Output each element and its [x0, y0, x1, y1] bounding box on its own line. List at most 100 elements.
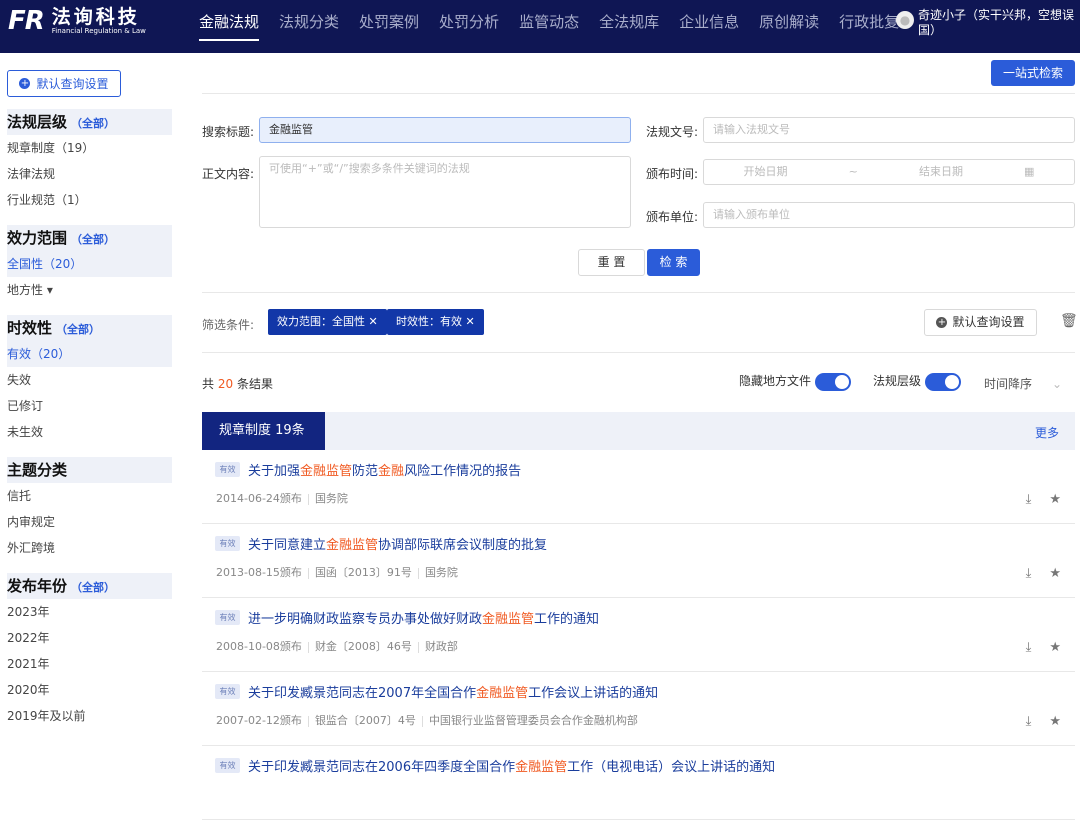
sidebar-filter-item[interactable]: 外汇跨境 [7, 535, 172, 561]
sort-label: 时间降序 [984, 377, 1033, 391]
start-date[interactable]: 开始日期 [744, 160, 788, 184]
section-all-link[interactable]: （全部） [71, 117, 115, 130]
sidebar-filter-item[interactable]: 行业规范（1） [7, 187, 172, 213]
sidebar-filter-item[interactable]: 已修订 [7, 393, 172, 419]
section-all-link[interactable]: （全部） [71, 233, 115, 246]
download-icon[interactable]: ⤓ [1026, 566, 1032, 581]
logo[interactable]: FR 法询科技 Financial Regulation & Law [8, 6, 146, 36]
user-menu[interactable]: ● 奇迹小子（实干兴邦，空想误国） [896, 8, 1080, 38]
reset-button[interactable]: 重 置 [578, 249, 645, 276]
result-title-link[interactable]: 进一步明确财政监察专员办事处做好财政金融监管工作的通知 [248, 608, 599, 627]
section-title-text: 法规层级 [7, 113, 68, 131]
sidebar-filter-item[interactable]: 2020年 [7, 677, 172, 703]
nav-item[interactable]: 处罚分析 [439, 11, 499, 41]
count-prefix: 共 [202, 377, 215, 391]
title-input[interactable]: 金融监管 [259, 117, 631, 143]
trash-icon[interactable]: 🗑 [1060, 313, 1078, 329]
filter-section: 效力范围 （全部） 全国性（20） 地方性 ▾ [7, 225, 172, 303]
count-suffix: 条结果 [236, 377, 273, 391]
nav-item[interactable]: 行政批复 [839, 11, 899, 41]
hide-local-label: 隐藏地方文件 [739, 374, 812, 388]
search-button[interactable]: 检 索 [647, 249, 700, 276]
result-title-link[interactable]: 关于同意建立金融监管协调部际联席会议制度的批复 [248, 534, 547, 553]
meta-field: 2014-06-24颁布 [216, 492, 302, 505]
meta-field: 2008-10-08颁布 [216, 640, 302, 653]
hide-local-toggle[interactable] [815, 372, 852, 391]
nav-item[interactable]: 监管动态 [519, 11, 579, 41]
sidebar-filter-item[interactable]: 2019年及以前 [7, 703, 172, 729]
meta-field: 中国银行业监督管理委员会合作金融机构部 [416, 714, 638, 727]
divider [202, 292, 1075, 293]
sidebar-filter-item[interactable]: 2022年 [7, 625, 172, 651]
section-all-link[interactable]: （全部） [56, 323, 100, 336]
nav-item[interactable]: 企业信息 [679, 11, 739, 41]
sidebar-filter-item[interactable]: 内审规定 [7, 509, 172, 535]
sidebar-filter-item[interactable]: 未生效 [7, 419, 172, 445]
sidebar-filter-item[interactable]: 法律法规 [7, 161, 172, 187]
sidebar-filter-item[interactable]: 2023年 [7, 599, 172, 625]
filter-tag-validity[interactable]: 时效性：有效 ✕ [387, 309, 484, 335]
sidebar-filter-item[interactable]: 规章制度（19） [7, 135, 172, 161]
result-item: 有效 关于加强金融监管防范金融风险工作情况的报告 2014-06-24颁布 国务院 ⤓ ★ [202, 450, 1075, 524]
sidebar-filter-item[interactable]: 地方性 ▾ [7, 277, 172, 303]
result-title-link[interactable]: 关于加强金融监管防范金融风险工作情况的报告 [248, 460, 521, 479]
star-icon[interactable]: ★ [1049, 640, 1061, 655]
end-date[interactable]: 结束日期 [919, 160, 963, 184]
title-segment: 工作的通知 [534, 612, 600, 627]
more-link[interactable]: 更多 [1035, 424, 1059, 441]
sidebar-filter-item[interactable]: 失效 [7, 367, 172, 393]
keyword-highlight: 金融 [378, 464, 405, 479]
logo-subtitle: Financial Regulation & Law [51, 26, 146, 35]
sidebar-filter-item[interactable]: 信托 [7, 483, 172, 509]
nav-item[interactable]: 全法规库 [599, 11, 659, 41]
meta-field: 2013-08-15颁布 [216, 566, 302, 579]
divider [202, 93, 1075, 94]
result-actions: ⤓ ★ [1026, 492, 1061, 507]
nav-item[interactable]: 处罚案例 [359, 11, 419, 41]
star-icon[interactable]: ★ [1049, 714, 1061, 729]
unit-label: 颁布单位: [646, 210, 699, 224]
nav-item[interactable]: 金融法规 [199, 11, 260, 41]
download-icon[interactable]: ⤓ [1026, 492, 1032, 507]
body-textarea[interactable]: 可使用“+”或“/”搜索多条件关键词的法规 [259, 156, 631, 228]
group-tab[interactable]: 规章制度 19条 [202, 412, 325, 450]
default-settings-label: 默认查询设置 [36, 77, 109, 91]
nav-item[interactable]: 原创解读 [759, 11, 819, 41]
sidebar-filter-item[interactable]: 全国性（20） [7, 251, 172, 277]
title-segment: 协调部际联席会议制度的批复 [378, 538, 548, 553]
star-icon[interactable]: ★ [1049, 566, 1061, 581]
section-title: 发布年份 （全部） [7, 573, 172, 599]
docno-label: 法规文号: [646, 125, 699, 139]
divider [202, 352, 1075, 353]
unit-input[interactable]: 请输入颁布单位 [703, 202, 1075, 228]
hide-local-toggle-row: 隐藏地方文件 [739, 372, 852, 391]
title-label: 搜索标题: [202, 125, 255, 139]
status-badge: 有效 [215, 610, 240, 625]
date-range-picker[interactable]: 开始日期 ~ 结束日期 ▦ [703, 159, 1075, 185]
result-actions: ⤓ ★ [1026, 640, 1061, 655]
top-header: FR 法询科技 Financial Regulation & Law 金融法规法… [0, 0, 1080, 53]
nav-item[interactable]: 法规分类 [279, 11, 339, 41]
download-icon[interactable]: ⤓ [1026, 714, 1032, 729]
status-badge: 有效 [215, 462, 240, 477]
sidebar-filter-item[interactable]: 2021年 [7, 651, 172, 677]
default-settings-button[interactable]: + 默认查询设置 [7, 70, 121, 97]
star-icon[interactable]: ★ [1049, 492, 1061, 507]
title-segment: 关于印发臧景范同志在2007年全国合作 [248, 686, 477, 701]
docno-input[interactable]: 请输入法规文号 [703, 117, 1075, 143]
sidebar-filter-item[interactable]: 有效（20） [7, 341, 172, 367]
filter-tag-scope[interactable]: 效力范围：全国性 ✕ [268, 309, 387, 335]
keyword-highlight: 金融监管 [326, 538, 379, 553]
result-title-link[interactable]: 关于印发臧景范同志在2006年四季度全国合作金融监管工作（电视电话）会议上讲话的… [248, 756, 775, 775]
level-toggle[interactable] [925, 372, 962, 391]
one-stop-search-button[interactable]: 一站式检索 [991, 60, 1075, 86]
level-toggle-row: 法规层级 [873, 372, 962, 391]
sort-dropdown[interactable]: 时间降序 ⌄ [984, 375, 1062, 392]
meta-field: 2007-02-12颁布 [216, 714, 302, 727]
section-title: 主题分类 [7, 457, 172, 483]
download-icon[interactable]: ⤓ [1026, 640, 1032, 655]
result-title-link[interactable]: 关于印发臧景范同志在2007年全国合作金融监管工作会议上讲话的通知 [248, 682, 658, 701]
section-all-link[interactable]: （全部） [71, 581, 115, 594]
default-query-settings-button[interactable]: + 默认查询设置 [924, 309, 1037, 336]
meta-field: 财金〔2008〕46号 [302, 640, 412, 653]
